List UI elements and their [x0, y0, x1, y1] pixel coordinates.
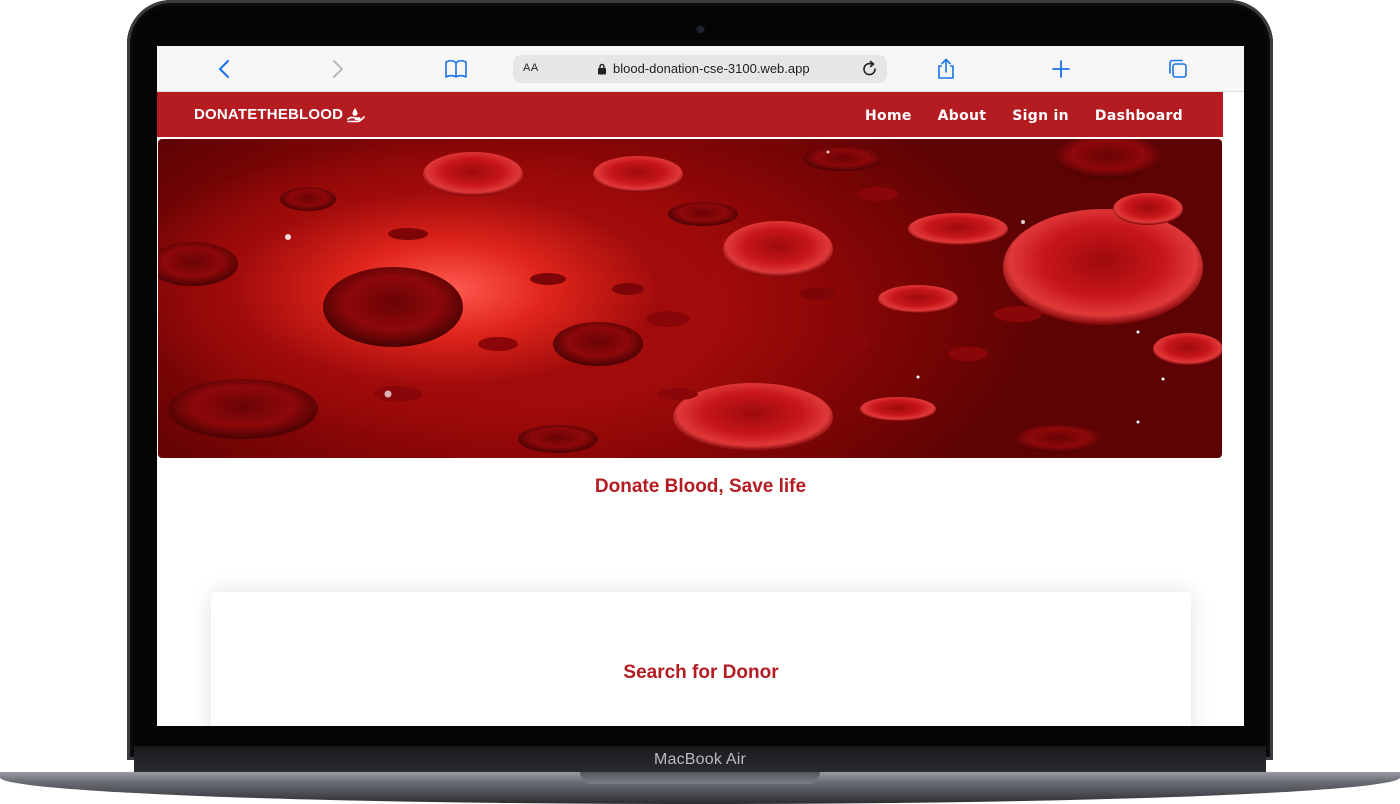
reload-icon[interactable] — [861, 60, 879, 83]
browser-toolbar: AA blood-donation-cse-3100.web.app — [157, 46, 1244, 92]
hero-banner-image — [158, 139, 1222, 458]
bookmarks-icon[interactable] — [443, 56, 469, 82]
share-icon[interactable] — [933, 56, 959, 82]
laptop-chin: MacBook Air — [134, 746, 1266, 772]
back-icon[interactable] — [211, 56, 237, 82]
main-nav: Home About Sign in Dashboard — [865, 108, 1183, 124]
address-bar[interactable]: AA blood-donation-cse-3100.web.app — [513, 55, 887, 83]
camera-icon — [697, 26, 704, 33]
nav-dashboard[interactable]: Dashboard — [1095, 108, 1183, 124]
url-text: blood-donation-cse-3100.web.app — [613, 61, 810, 76]
forward-icon[interactable] — [325, 56, 351, 82]
browser-screen: AA blood-donation-cse-3100.web.app DONAT… — [157, 46, 1244, 726]
site-navbar: DONATETHEBLOOD Home About Sign in Dashbo… — [157, 92, 1223, 137]
nav-sign-in[interactable]: Sign in — [1012, 108, 1069, 124]
nav-about[interactable]: About — [938, 108, 987, 124]
nav-home[interactable]: Home — [865, 108, 912, 124]
tabs-icon[interactable] — [1165, 56, 1191, 82]
text-size-label: AA — [523, 62, 539, 74]
lock-icon — [598, 63, 606, 74]
new-tab-icon[interactable] — [1048, 56, 1074, 82]
page-right-gutter — [1223, 92, 1244, 726]
search-donor-card: Search for Donor — [211, 592, 1191, 726]
hand-droplet-icon — [347, 107, 365, 122]
search-donor-title: Search for Donor — [623, 662, 779, 683]
url-display[interactable]: blood-donation-cse-3100.web.app — [597, 61, 810, 76]
tagline: Donate Blood, Save life — [594, 476, 807, 497]
brand-logo[interactable]: DONATETHEBLOOD — [194, 106, 365, 123]
laptop-notch — [580, 772, 820, 784]
device-label: MacBook Air — [653, 751, 746, 768]
text-size-button[interactable]: AA — [523, 62, 539, 74]
brand-name: DONATETHEBLOOD — [194, 106, 344, 123]
